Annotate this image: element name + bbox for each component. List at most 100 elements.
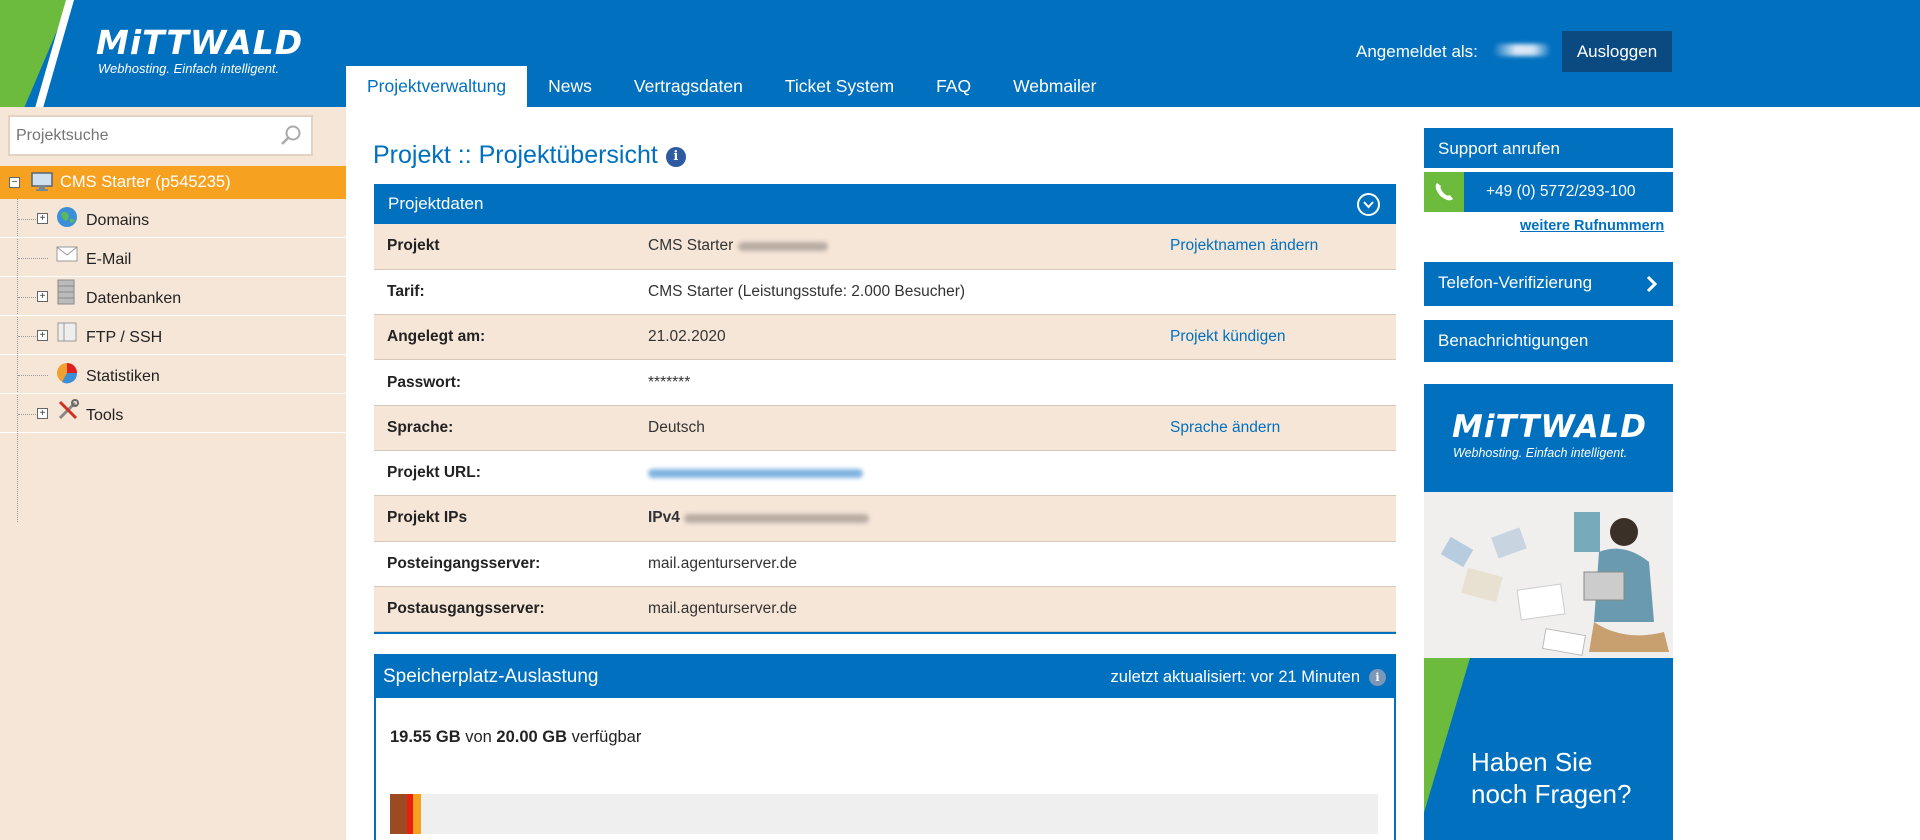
search-icon[interactable] [279,124,303,153]
storage-free: 19.55 GB [390,728,461,746]
projektdaten-header[interactable]: Projektdaten [374,184,1396,224]
chevron-right-icon [1645,275,1658,298]
storage-available: verfügbar [571,728,642,746]
row-value: mail.agenturserver.de [648,586,1170,633]
tree-root-label: CMS Starter (p545235) [60,173,231,191]
tab-news[interactable]: News [527,66,613,107]
storage-usage-bar[interactable] [390,794,1378,834]
sidebar-item-domains[interactable]: + Domains [0,199,346,238]
ad-tagline: Webhosting. Einfach intelligent. [1453,446,1628,460]
expand-icon[interactable]: + [37,291,48,302]
project-data-table: Projekt CMS Starter Projektnamen ändern … [374,224,1396,633]
main-tabs: Projektverwaltung News Vertragsdaten Tic… [346,66,1117,107]
storage-header: Speicherplatz-Auslastung zuletzt aktuali… [376,656,1394,698]
phone-number: +49 (0) 5772/293-100 [1486,183,1636,200]
rename-project-link[interactable]: Projektnamen ändern [1170,224,1396,270]
table-row: Angelegt am: 21.02.2020 Projekt kündigen [374,314,1396,361]
row-value: 21.02.2020 [648,314,1170,361]
sidebar-item-databases[interactable]: + Datenbanken [0,277,346,316]
sidebar-item-label: Tools [86,407,124,424]
logout-button[interactable]: Ausloggen [1562,31,1672,72]
login-label: Angemeldet als: [1356,42,1478,61]
globe-icon [56,206,78,233]
sidebar-item-label: Statistiken [86,368,160,385]
sidebar-item-tools[interactable]: + Tools [0,394,346,433]
header-green-accent [0,0,70,107]
tab-projektverwaltung[interactable]: Projektverwaltung [346,66,528,107]
redacted-url[interactable] [648,468,863,478]
storage-of: von [465,728,492,746]
expand-icon[interactable]: + [37,330,48,341]
table-row: Projekt IPs IPv4 [374,495,1396,542]
row-key: Projekt [374,224,648,270]
support-call-box: Support anrufen [1424,128,1673,168]
row-value: CMS Starter [648,224,1170,270]
row-action [1170,586,1396,633]
support-title: Support anrufen [1438,139,1560,158]
sidebar: − CMS Starter (p545235) + Domains E-Mail… [0,107,346,840]
page-title: Projekt :: Projektübersicht i [373,141,686,170]
monitor-icon [30,171,54,198]
redacted-text [737,241,828,251]
info-icon[interactable]: i [1369,669,1386,686]
tab-faq[interactable]: FAQ [915,66,992,107]
logo-brand: MiTTWALD [96,23,304,62]
row-value-text: IPv4 [648,509,680,527]
row-action [1170,269,1396,316]
ad-question: Haben Sie noch Fragen? [1471,746,1631,810]
table-row: Posteingangsserver: mail.agenturserver.d… [374,541,1396,587]
envelope-icon [56,245,78,268]
storage-panel: Speicherplatz-Auslastung zuletzt aktuali… [374,654,1396,840]
tab-webmailer[interactable]: Webmailer [992,66,1117,107]
expand-icon[interactable]: + [37,213,48,224]
table-row: Postausgangsserver: mail.agenturserver.d… [374,586,1396,633]
project-search [8,115,313,156]
row-action [1170,450,1396,497]
row-value: CMS Starter (Leistungsstufe: 2.000 Besuc… [648,269,1170,316]
project-search-input[interactable] [10,117,270,154]
change-language-link[interactable]: Sprache ändern [1170,405,1396,451]
row-value: ******* [648,359,1170,406]
tab-vertragsdaten[interactable]: Vertragsdaten [613,66,764,107]
storage-summary: 19.55 GB von 20.00 GB verfügbar [390,728,641,747]
row-key: Sprache: [374,405,648,451]
ad-question-line2: noch Fragen? [1471,779,1632,809]
phone-icon [1424,172,1464,212]
sidebar-item-email[interactable]: E-Mail [0,238,346,277]
tree-root-project[interactable]: − CMS Starter (p545235) [0,166,346,199]
row-value [648,450,1170,497]
row-value: mail.agenturserver.de [648,541,1170,587]
more-numbers-link[interactable]: weitere Rufnummern [1520,218,1664,234]
folder-icon [56,321,78,348]
cancel-project-link[interactable]: Projekt kündigen [1170,314,1396,361]
sidebar-item-statistics[interactable]: Statistiken [0,355,346,394]
notifications-button[interactable]: Benachrichtigungen [1424,320,1673,362]
tab-ticket-system[interactable]: Ticket System [764,66,915,107]
sidebar-item-ftp-ssh[interactable]: + FTP / SSH [0,316,346,355]
sidebar-item-label: FTP / SSH [86,329,163,346]
notifications-label: Benachrichtigungen [1438,331,1589,350]
row-action [1170,359,1396,406]
row-key: Postausgangsserver: [374,586,648,633]
row-key: Angelegt am: [374,314,648,361]
sidebar-item-label: E-Mail [86,251,132,268]
expand-icon[interactable]: + [37,408,48,419]
row-action [1170,541,1396,587]
panel-title: Projektdaten [388,194,484,213]
mittwald-logo[interactable]: MiTTWALD Webhosting. Einfach intelligent… [96,23,304,77]
sidebar-item-label: Datenbanken [86,290,182,307]
sidebar-item-label: Domains [86,212,150,229]
advertisement-banner[interactable]: MiTTWALD Webhosting. Einfach intelligent… [1424,384,1673,840]
row-action [1170,495,1396,542]
row-key: Passwort: [374,359,648,406]
table-row: Tarif: CMS Starter (Leistungsstufe: 2.00… [374,269,1396,316]
storage-updated: zuletzt aktualisiert: vor 21 Minuten [1110,668,1360,686]
chevron-down-icon[interactable] [1357,193,1380,216]
phone-verification-button[interactable]: Telefon-Verifizierung [1424,262,1673,306]
phone-box[interactable]: +49 (0) 5772/293-100 [1424,172,1673,212]
logo-tagline: Webhosting. Einfach intelligent. [98,61,280,76]
row-key: Projekt URL: [374,450,648,497]
row-value-text: CMS Starter [648,237,734,255]
collapse-icon[interactable]: − [9,177,20,188]
info-icon[interactable]: i [665,147,686,167]
